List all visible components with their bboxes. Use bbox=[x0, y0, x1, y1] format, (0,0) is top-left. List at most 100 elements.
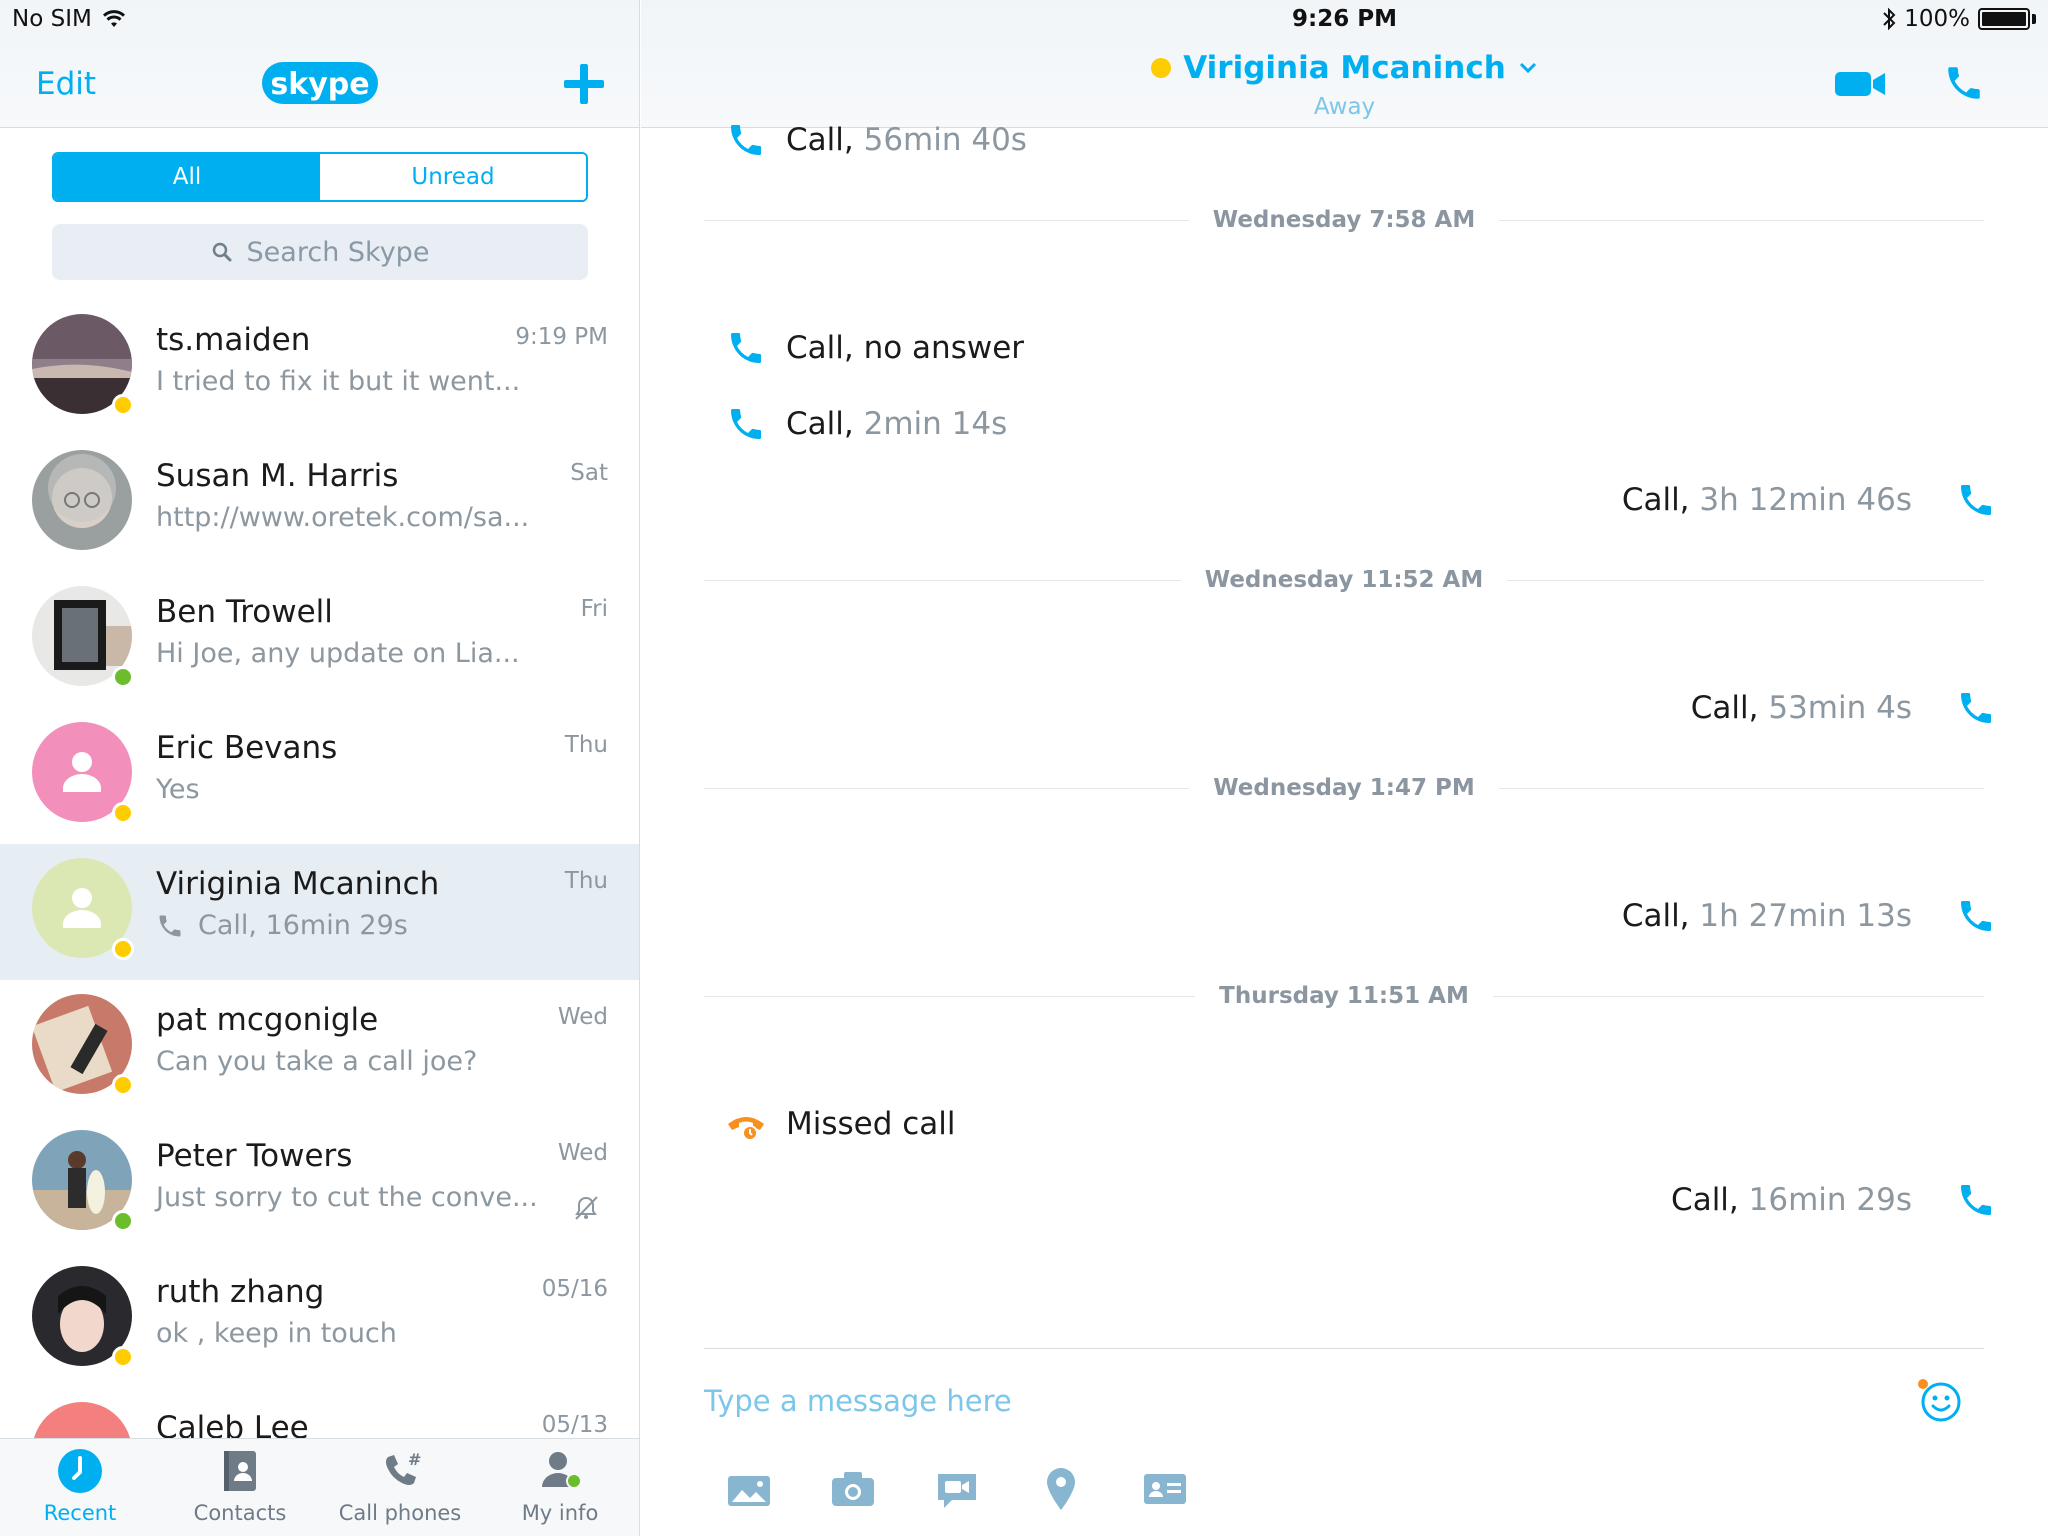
contact-name: pat mcgonigle bbox=[156, 1002, 379, 1038]
conversation-list-pane: No SIM Edit skype All Unread Search Skyp… bbox=[0, 0, 640, 1536]
emoticon-button[interactable] bbox=[1915, 1376, 1965, 1426]
call-event-outgoing: Call, 16min 29s bbox=[1671, 1180, 1996, 1220]
message-preview: Just sorry to cut the conve... bbox=[156, 1182, 538, 1213]
phone-icon bbox=[731, 333, 761, 363]
conversation-time: 05/16 bbox=[541, 1276, 608, 1302]
battery-percent: 100% bbox=[1904, 6, 1970, 32]
conversation-row-pat-mcgonigle[interactable]: pat mcgonigle Can you take a call joe? W… bbox=[0, 980, 639, 1116]
phone-icon bbox=[1961, 1185, 1991, 1215]
composer-toolbar bbox=[726, 1466, 1188, 1512]
conversation-row-ben-trowell[interactable]: Ben Trowell Hi Joe, any update on Lia...… bbox=[0, 572, 639, 708]
conversation-time: Fri bbox=[580, 596, 608, 622]
search-icon bbox=[212, 242, 232, 262]
date-divider: Thursday 11:51 AM bbox=[704, 982, 1984, 1010]
contact-name: Eric Bevans bbox=[156, 730, 338, 766]
conversation-row-peter-towers[interactable]: Peter Towers Just sorry to cut the conve… bbox=[0, 1116, 639, 1252]
presence-away-badge bbox=[112, 802, 134, 824]
video-call-button[interactable] bbox=[1833, 68, 1887, 100]
phone-icon bbox=[731, 409, 761, 439]
contact-name: Susan M. Harris bbox=[156, 458, 399, 494]
contact-name: Peter Towers bbox=[156, 1138, 353, 1174]
battery-icon bbox=[1978, 8, 2030, 30]
clock-icon bbox=[58, 1449, 102, 1493]
phone-icon bbox=[1961, 485, 1991, 515]
camera-icon[interactable] bbox=[830, 1466, 876, 1512]
contact-card-icon[interactable] bbox=[1142, 1466, 1188, 1512]
tab-call-phones[interactable]: # Call phones bbox=[320, 1439, 480, 1536]
video-message-icon[interactable] bbox=[934, 1466, 980, 1512]
filter-segmented-control: All Unread bbox=[52, 152, 588, 202]
conversation-row-eric-bevans[interactable]: Eric Bevans Yes Thu bbox=[0, 708, 639, 844]
status-bar-left: No SIM bbox=[12, 6, 126, 32]
location-pin-icon[interactable] bbox=[1038, 1466, 1084, 1512]
carrier-label: No SIM bbox=[12, 6, 92, 32]
svg-text:#: # bbox=[408, 1450, 421, 1469]
chat-contact-name: Viriginia Mcaninch bbox=[1183, 50, 1506, 86]
tab-my-info[interactable]: My info bbox=[480, 1439, 639, 1536]
call-event: Call, 2min 14s bbox=[726, 404, 1007, 444]
missed-call-icon bbox=[728, 1117, 764, 1141]
away-status-icon bbox=[1151, 58, 1172, 78]
conversation-row-ruth-zhang[interactable]: ruth zhang ok , keep in touch 05/16 bbox=[0, 1252, 639, 1388]
message-preview: Call, 16min 29s bbox=[156, 910, 408, 941]
chat-header: 9:26 PM 100% Viriginia Mcaninch Away bbox=[641, 0, 2048, 128]
missed-call-event: Missed call bbox=[726, 1104, 956, 1144]
message-preview: Can you take a call joe? bbox=[156, 1046, 478, 1077]
presence-away-badge bbox=[112, 938, 134, 960]
conversation-row-susan-harris[interactable]: Susan M. Harris http://www.oretek.com/sa… bbox=[0, 436, 639, 572]
call-event: Call, no answer bbox=[726, 328, 1024, 368]
status-bar-right: 100% bbox=[1882, 6, 2036, 32]
search-bar[interactable]: Search Skype bbox=[52, 224, 588, 280]
date-divider: Wednesday 11:52 AM bbox=[704, 566, 1984, 594]
conversation-row-viriginia-mcaninch[interactable]: Viriginia Mcaninch Call, 16min 29s Thu bbox=[0, 844, 639, 980]
tab-recent[interactable]: Recent bbox=[0, 1439, 160, 1536]
avatar bbox=[32, 450, 132, 550]
phone-icon bbox=[1961, 901, 1991, 931]
conversation-row-ts-maiden[interactable]: ts.maiden I tried to fix it but it went.… bbox=[0, 300, 639, 436]
filter-all-tab[interactable]: All bbox=[54, 154, 320, 200]
presence-online-badge bbox=[112, 666, 134, 688]
contact-name: ruth zhang bbox=[156, 1274, 325, 1310]
presence-away-badge bbox=[112, 1346, 134, 1368]
wifi-icon bbox=[102, 10, 125, 27]
conversation-time: Thu bbox=[564, 868, 608, 894]
conversation-time: Thu bbox=[564, 732, 608, 758]
left-header: No SIM Edit skype bbox=[0, 0, 639, 128]
message-input[interactable] bbox=[704, 1376, 1804, 1426]
tab-bar: Recent Contacts # Call phones My info bbox=[0, 1438, 639, 1536]
message-preview: http://www.oretek.com/sa... bbox=[156, 502, 530, 533]
audio-call-button[interactable] bbox=[1943, 62, 1985, 104]
call-event: Call, 56min 40s bbox=[726, 120, 1027, 160]
conversation-time: 05/13 bbox=[541, 1412, 608, 1438]
contact-name: Ben Trowell bbox=[156, 594, 333, 630]
bluetooth-icon bbox=[1883, 7, 1896, 31]
search-placeholder: Search Skype bbox=[246, 236, 430, 268]
new-conversation-button[interactable] bbox=[558, 58, 610, 110]
conversation-time: Wed bbox=[557, 1004, 608, 1030]
filter-unread-tab[interactable]: Unread bbox=[320, 154, 586, 200]
edit-button[interactable]: Edit bbox=[36, 66, 96, 102]
phone-icon bbox=[1961, 693, 1991, 723]
message-preview: I tried to fix it but it went... bbox=[156, 366, 521, 397]
phone-icon bbox=[731, 125, 761, 155]
conversation-time: Wed bbox=[557, 1140, 608, 1166]
composer-divider bbox=[704, 1348, 1984, 1349]
conversation-time: 9:19 PM bbox=[515, 324, 608, 350]
status-bar-time: 9:26 PM bbox=[1292, 6, 1397, 32]
presence-away-badge bbox=[112, 1074, 134, 1096]
date-divider: Wednesday 7:58 AM bbox=[704, 206, 1984, 234]
contact-name: Viriginia Mcaninch bbox=[156, 866, 440, 902]
presence-online-badge bbox=[112, 1210, 134, 1232]
contact-name: ts.maiden bbox=[156, 322, 311, 358]
skype-logo: skype bbox=[262, 62, 378, 104]
call-event-outgoing: Call, 1h 27min 13s bbox=[1622, 896, 1996, 936]
photo-gallery-icon[interactable] bbox=[726, 1466, 772, 1512]
message-preview: Hi Joe, any update on Lia... bbox=[156, 638, 520, 669]
phone-icon bbox=[159, 915, 181, 936]
muted-bell-icon bbox=[575, 1196, 598, 1220]
call-event-outgoing: Call, 3h 12min 46s bbox=[1622, 480, 1996, 520]
dialpad-phone-icon: # bbox=[386, 1450, 421, 1485]
chat-pane: 9:26 PM 100% Viriginia Mcaninch Away Cal… bbox=[641, 0, 2048, 1536]
tab-contacts[interactable]: Contacts bbox=[160, 1439, 320, 1536]
message-preview: ok , keep in touch bbox=[156, 1318, 397, 1349]
